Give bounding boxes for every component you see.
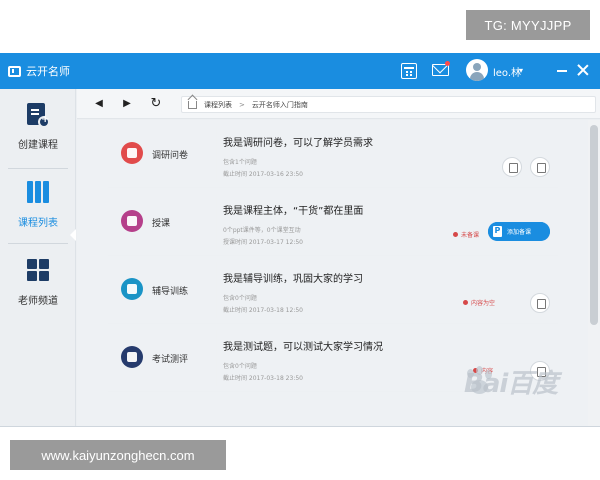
row-divider — [216, 330, 217, 386]
app-title: 云开名师 — [26, 65, 70, 78]
tiles-icon — [27, 259, 49, 281]
books-icon — [27, 181, 49, 203]
status-text: 未备课 — [461, 232, 480, 239]
back-button[interactable]: ◀ — [92, 97, 106, 111]
item-deadline: 截止时间 2017-03-18 12:50 — [223, 307, 303, 314]
plus-icon — [38, 114, 50, 128]
status-badge: 内容为空 — [463, 298, 495, 307]
item-deadline: 授课时间 2017-03-17 12:50 — [223, 239, 303, 246]
home-icon[interactable] — [188, 100, 197, 109]
sidebar-divider — [8, 243, 68, 244]
course-item-row[interactable]: 辅导训练 我是辅导训练，巩固大家的学习 包含0个问题 截止时间 2017-03-… — [108, 256, 558, 324]
item-type-label: 授课 — [152, 219, 171, 229]
scrollbar-thumb[interactable] — [590, 125, 598, 325]
watermark-text: Bai百度 — [464, 369, 558, 399]
minimize-icon[interactable] — [557, 70, 567, 72]
item-title[interactable]: 我是课程主体，“干货”都在里面 — [223, 202, 363, 217]
stats-icon[interactable] — [530, 157, 550, 177]
breadcrumb-separator: > — [239, 100, 245, 109]
active-indicator-icon — [70, 229, 76, 241]
lecture-icon — [121, 210, 143, 232]
warning-icon — [463, 300, 468, 305]
avatar[interactable] — [466, 59, 488, 81]
chevron-down-icon[interactable]: ▾ — [519, 66, 523, 75]
course-item-row[interactable]: 授课 我是课程主体，“干货”都在里面 0个ppt课件等，0个课堂互动 授课时间 … — [108, 188, 558, 256]
row-divider — [216, 126, 217, 182]
status-badge: 未备课 — [453, 230, 479, 239]
item-meta: 包含0个问题 — [223, 295, 257, 302]
screen: TG: MYYJJPP 云开名师 leo.林 ▾ 创建课程 — [0, 0, 600, 480]
sidebar-item-label: 老师频道 — [18, 296, 58, 307]
refresh-button[interactable]: ↻ — [149, 97, 163, 111]
item-title[interactable]: 我是测试题，可以测试大家学习情况 — [223, 338, 383, 353]
item-type-label: 辅导训练 — [152, 287, 189, 297]
item-deadline: 截止时间 2017-03-16 23:50 — [223, 171, 303, 178]
item-deadline: 截止时间 2017-03-18 23:50 — [223, 375, 303, 382]
exam-icon — [121, 346, 143, 368]
row-divider — [216, 262, 217, 318]
ppt-icon — [493, 226, 502, 237]
username[interactable]: leo.林 — [493, 64, 521, 79]
breadcrumb-item-guide: 云开名师入门指南 — [251, 100, 308, 109]
sidebar-item-label: 创建课程 — [18, 140, 58, 151]
title-bar: 云开名师 leo.林 ▾ — [0, 53, 600, 89]
notification-dot — [445, 61, 450, 66]
item-title[interactable]: 我是调研问卷，可以了解学员需求 — [223, 134, 373, 149]
course-item-row[interactable]: 调研问卷 我是调研问卷，可以了解学员需求 包含1个问题 截止时间 2017-03… — [108, 120, 558, 188]
row-divider — [216, 194, 217, 250]
warning-icon — [453, 232, 458, 237]
sidebar-item-teacher-channel[interactable]: 老师频道 — [0, 245, 76, 321]
sidebar-item-label: 课程列表 — [18, 218, 58, 229]
breadcrumb-item-course-list[interactable]: 课程列表 — [204, 100, 232, 110]
item-type-label: 调研问卷 — [152, 151, 189, 161]
breadcrumb: 课程列表 > 云开名师入门指南 — [181, 96, 596, 113]
footer-url-label: www.kaiyunzonghecn.com — [10, 440, 226, 470]
forward-button[interactable]: ▶ — [120, 97, 134, 111]
item-meta: 0个ppt课件等，0个课堂互动 — [223, 227, 301, 234]
item-meta: 包含0个问题 — [223, 363, 257, 370]
wrench-icon[interactable] — [502, 157, 522, 177]
sidebar: 创建课程 课程列表 老师频道 — [0, 89, 76, 426]
sidebar-item-course-list[interactable]: 课程列表 — [0, 167, 76, 243]
app-logo: 云开名师 — [8, 63, 70, 79]
add-lesson-prep-button[interactable]: 添加备课 — [488, 222, 550, 241]
logo-icon — [8, 65, 21, 77]
scrollbar[interactable] — [588, 120, 600, 426]
navigation-bar: ◀ ▶ ↻ 课程列表 > 云开名师入门指南 — [77, 89, 600, 119]
item-type-label: 考试测评 — [152, 355, 189, 365]
sidebar-item-create-course[interactable]: 创建课程 — [0, 89, 76, 165]
calendar-icon[interactable] — [401, 63, 417, 79]
close-icon[interactable] — [577, 64, 589, 76]
status-text: 内容为空 — [471, 300, 496, 307]
item-meta: 包含1个问题 — [223, 159, 257, 166]
books-action-icon[interactable] — [530, 293, 550, 313]
item-title[interactable]: 我是辅导训练，巩固大家的学习 — [223, 270, 363, 285]
training-icon — [121, 278, 143, 300]
tg-badge: TG: MYYJJPP — [466, 10, 590, 40]
add-lesson-prep-label: 添加备课 — [507, 229, 532, 236]
survey-icon — [121, 142, 143, 164]
